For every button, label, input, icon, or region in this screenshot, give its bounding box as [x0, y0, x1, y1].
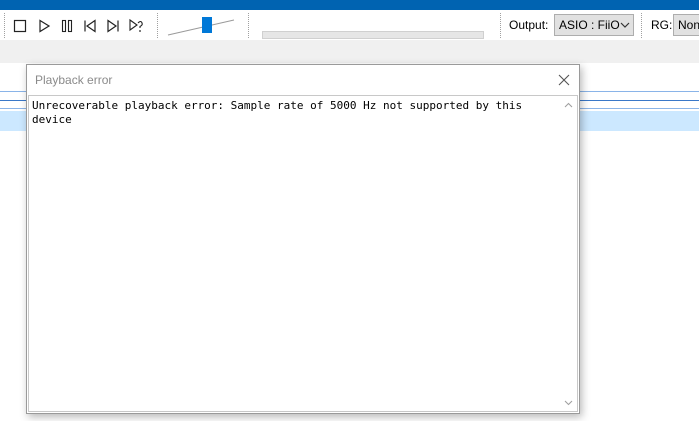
close-button[interactable]: [555, 71, 573, 89]
pause-icon: [61, 19, 73, 33]
output-device-value: ASIO : FiiO: [559, 18, 620, 32]
replaygain-dropdown[interactable]: None: [673, 14, 699, 36]
toolbar-separator: [641, 13, 642, 38]
scroll-down-button[interactable]: [560, 394, 577, 411]
close-icon: [558, 74, 570, 86]
next-icon: [107, 19, 119, 33]
playback-toolbar: Output: ASIO : FiiO RG: None: [0, 10, 699, 40]
toolbar-separator: [500, 13, 501, 38]
dialog-title: Playback error: [35, 73, 113, 87]
previous-button[interactable]: [80, 16, 100, 36]
window-titlebar-strip: [0, 0, 699, 10]
toolbar-separator: [157, 13, 158, 38]
toolbar-separator: [248, 13, 249, 38]
chevron-up-icon: [564, 102, 573, 107]
replaygain-value: None: [678, 18, 699, 32]
vertical-scrollbar[interactable]: [560, 96, 577, 411]
pause-button[interactable]: [57, 16, 77, 36]
volume-slider[interactable]: [166, 14, 238, 38]
output-label: Output:: [509, 18, 549, 32]
error-message-box[interactable]: Unrecoverable playback error: Sample rat…: [28, 95, 578, 412]
output-device-dropdown[interactable]: ASIO : FiiO: [554, 14, 634, 36]
toolbar-separator: [4, 13, 5, 38]
play-icon: [39, 19, 51, 33]
chevron-down-icon: [620, 22, 630, 28]
scroll-up-button[interactable]: [560, 96, 577, 113]
stop-button[interactable]: [10, 16, 30, 36]
play-button[interactable]: [34, 16, 54, 36]
error-message-text: Unrecoverable playback error: Sample rat…: [32, 99, 523, 126]
previous-icon: [84, 19, 96, 33]
toolbar-bottom-panel: [0, 40, 699, 63]
volume-slider-thumb[interactable]: [202, 17, 212, 33]
replaygain-label: RG:: [651, 18, 673, 32]
next-button[interactable]: [103, 16, 123, 36]
random-button[interactable]: [126, 16, 146, 36]
seek-bar[interactable]: [262, 31, 484, 39]
chevron-down-icon: [564, 400, 573, 405]
stop-icon: [13, 19, 27, 33]
playback-error-dialog: Playback error Unrecoverable playback er…: [26, 64, 580, 414]
random-icon: [129, 18, 143, 32]
